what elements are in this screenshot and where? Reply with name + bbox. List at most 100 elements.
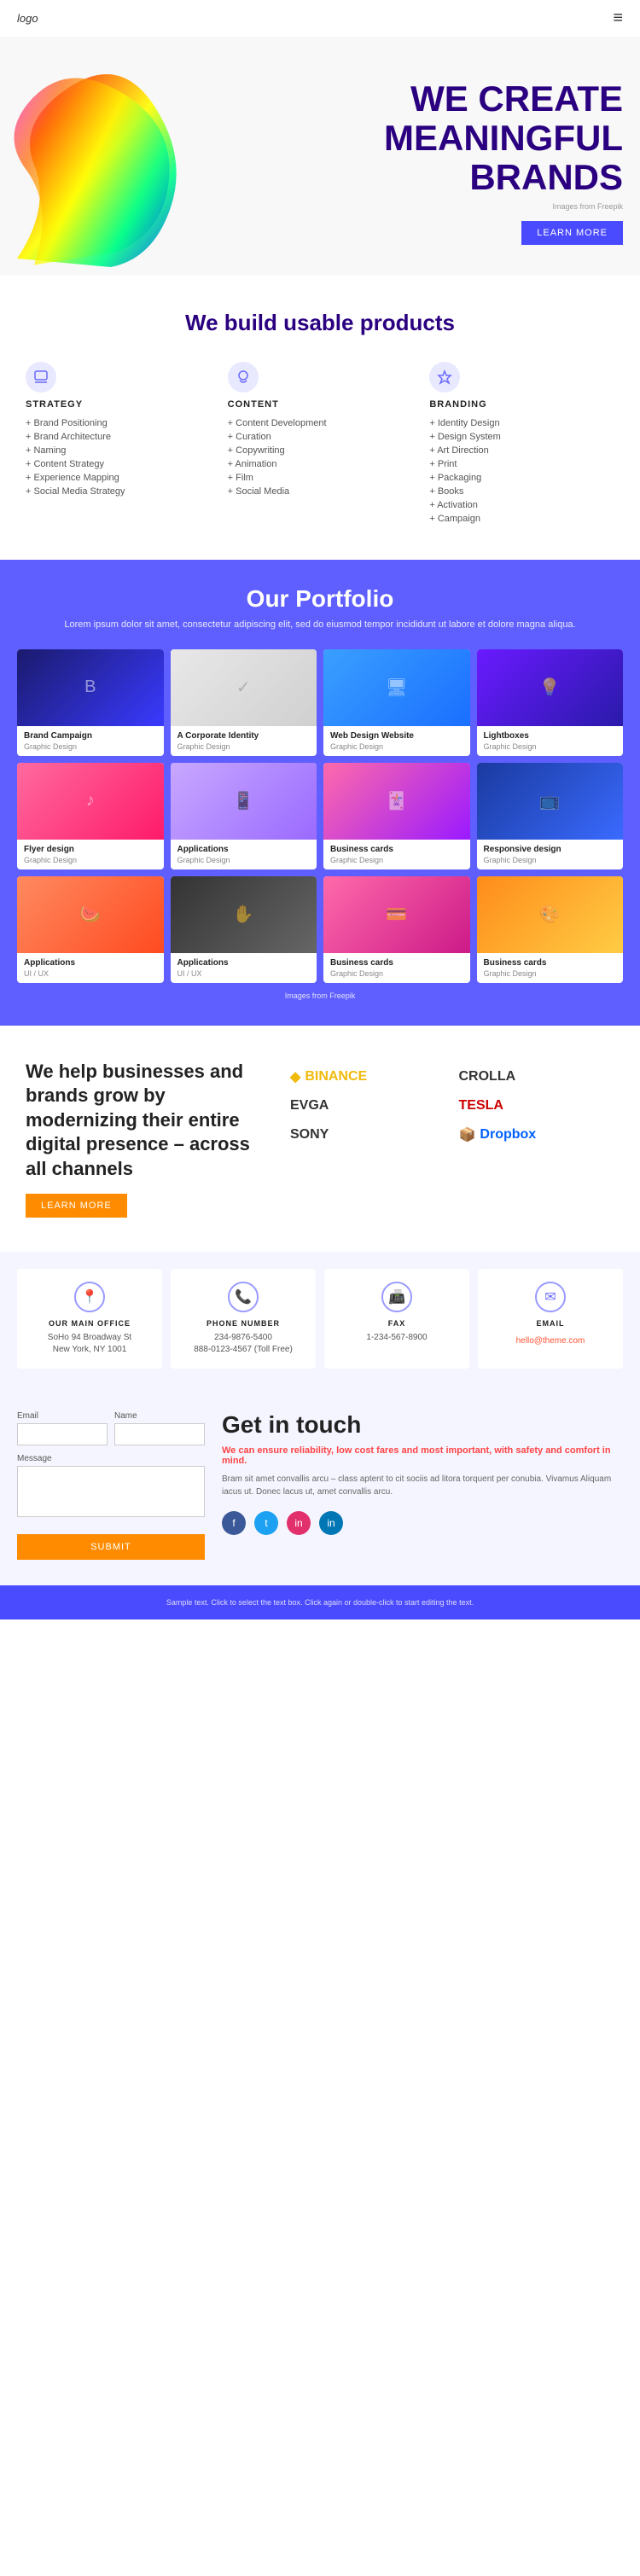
brands-text-block: We help businesses and brands grow by mo… xyxy=(26,1060,265,1218)
hero-image xyxy=(0,37,222,276)
touch-description: Bram sit amet convallis arcu – class apt… xyxy=(222,1473,623,1498)
dropbox-name: Dropbox xyxy=(480,1127,536,1143)
portfolio-description: Lorem ipsum dolor sit amet, consectetur … xyxy=(17,618,623,632)
contact-form: Email Name Message SUBMIT xyxy=(17,1411,205,1560)
portfolio-item-label: Web Design Website xyxy=(323,726,470,742)
portfolio-thumb: 📱 xyxy=(171,763,317,840)
phone-icon: 📞 xyxy=(228,1282,259,1312)
footer: Sample text. Click to select the text bo… xyxy=(0,1585,640,1619)
brands-learn-more-button[interactable]: LEARN MORE xyxy=(26,1194,127,1218)
portfolio-credit: Images from Freepik xyxy=(17,991,623,1000)
portfolio-item-app-ui2[interactable]: ✋ Applications UI / UX xyxy=(171,876,317,983)
portfolio-item-label: Applications xyxy=(17,953,164,969)
hero-credit: Images from Freepik xyxy=(384,202,623,211)
list-item: Social Media xyxy=(228,485,413,498)
email-field-label: Email xyxy=(17,1411,108,1421)
portfolio-item-sublabel: Graphic Design xyxy=(477,742,624,756)
portfolio-item-label: Lightboxes xyxy=(477,726,624,742)
message-textarea[interactable] xyxy=(17,1466,205,1517)
branding-col: BRANDING Identity Design Design System A… xyxy=(429,362,614,526)
portfolio-item-sublabel: Graphic Design xyxy=(17,742,164,756)
strategy-label: STRATEGY xyxy=(26,399,211,410)
brand-tesla: TESLA xyxy=(459,1098,615,1114)
portfolio-item-label: Business cards xyxy=(477,953,624,969)
message-field-label: Message xyxy=(17,1454,205,1463)
portfolio-item-business-cards-1[interactable]: 🃏 Business cards Graphic Design xyxy=(323,763,470,869)
list-item: Content Strategy xyxy=(26,457,211,471)
list-item: Brand Architecture xyxy=(26,430,211,444)
list-item: Identity Design xyxy=(429,416,614,430)
products-title: We build usable products xyxy=(26,310,614,336)
strategy-list: Brand Positioning Brand Architecture Nam… xyxy=(26,416,211,498)
portfolio-title: Our Portfolio xyxy=(17,585,623,613)
crolla-name: CROLLA xyxy=(459,1069,516,1084)
portfolio-item-sublabel: Graphic Design xyxy=(323,969,470,983)
portfolio-thumb: 🃏 xyxy=(323,763,470,840)
list-item: Naming xyxy=(26,444,211,457)
facebook-icon[interactable]: f xyxy=(222,1511,246,1535)
email-input[interactable] xyxy=(17,1423,108,1445)
hero-text-block: WE CREATE MEANINGFUL BRANDS Images from … xyxy=(384,79,623,245)
name-field-label: Name xyxy=(114,1411,205,1421)
portfolio-item-label: Applications xyxy=(171,840,317,856)
portfolio-item-web-design[interactable]: 🖥 Web Design Website Graphic Design xyxy=(323,649,470,756)
portfolio-thumb: B xyxy=(17,649,164,726)
portfolio-item-biz-cards3[interactable]: 🎨 Business cards Graphic Design xyxy=(477,876,624,983)
list-item: Copywriting xyxy=(228,444,413,457)
portfolio-item-sublabel: UI / UX xyxy=(17,969,164,983)
brand-evga: EVGA xyxy=(290,1098,446,1114)
portfolio-item-lightboxes[interactable]: 💡 Lightboxes Graphic Design xyxy=(477,649,624,756)
form-name-email-row: Email Name xyxy=(17,1411,205,1454)
portfolio-item-applications-1[interactable]: 📱 Applications Graphic Design xyxy=(171,763,317,869)
portfolio-item-flyer[interactable]: ♪ Flyer design Graphic Design xyxy=(17,763,164,869)
portfolio-item-responsive[interactable]: 📺 Responsive design Graphic Design xyxy=(477,763,624,869)
hero-title: WE CREATE MEANINGFUL BRANDS xyxy=(384,79,623,198)
submit-button[interactable]: SUBMIT xyxy=(17,1534,205,1560)
portfolio-thumb: 💳 xyxy=(323,876,470,953)
hero-learn-more-button[interactable]: LEARN MORE xyxy=(521,221,623,245)
linkedin-icon[interactable]: in xyxy=(319,1511,343,1535)
instagram-icon[interactable]: in xyxy=(287,1511,311,1535)
contact-email-box: ✉ EMAIL hello@theme.com xyxy=(478,1269,623,1369)
products-grid: STRATEGY Brand Positioning Brand Archite… xyxy=(26,362,614,526)
hero-section: WE CREATE MEANINGFUL BRANDS Images from … xyxy=(0,37,640,276)
portfolio-thumb: 🍉 xyxy=(17,876,164,953)
name-form-row: Name xyxy=(114,1411,205,1445)
office-icon: 📍 xyxy=(74,1282,105,1312)
hamburger-icon[interactable]: ≡ xyxy=(613,9,623,28)
list-item: Content Development xyxy=(228,416,413,430)
email-label: EMAIL xyxy=(491,1319,610,1328)
portfolio-item-app-ui1[interactable]: 🍉 Applications UI / UX xyxy=(17,876,164,983)
portfolio-item-corporate[interactable]: ✓ A Corporate Identity Graphic Design xyxy=(171,649,317,756)
portfolio-item-brand-campaign[interactable]: B Brand Campaign Graphic Design xyxy=(17,649,164,756)
contact-info-section: 📍 OUR MAIN OFFICE SoHo 94 Broadway St Ne… xyxy=(0,1252,640,1386)
contact-office-box: 📍 OUR MAIN OFFICE SoHo 94 Broadway St Ne… xyxy=(17,1269,162,1369)
strategy-col: STRATEGY Brand Positioning Brand Archite… xyxy=(26,362,211,526)
portfolio-thumb: ✋ xyxy=(171,876,317,953)
portfolio-item-label: Business cards xyxy=(323,840,470,856)
binance-icon: ◆ xyxy=(290,1068,300,1085)
phone-number: 234-9876-5400 888-0123-4567 (Toll Free) xyxy=(183,1332,303,1356)
branding-list: Identity Design Design System Art Direct… xyxy=(429,416,614,526)
brand-crolla: CROLLA xyxy=(459,1068,615,1085)
portfolio-thumb: 💡 xyxy=(477,649,624,726)
portfolio-item-label: Applications xyxy=(171,953,317,969)
portfolio-item-label: Flyer design xyxy=(17,840,164,856)
portfolio-item-sublabel: Graphic Design xyxy=(17,856,164,869)
portfolio-item-label: Responsive design xyxy=(477,840,624,856)
brand-dropbox: 📦 Dropbox xyxy=(459,1126,615,1143)
portfolio-item-sublabel: Graphic Design xyxy=(477,856,624,869)
sony-name: SONY xyxy=(290,1127,329,1143)
twitter-icon[interactable]: t xyxy=(254,1511,278,1535)
content-icon xyxy=(228,362,259,393)
list-item: Design System xyxy=(429,430,614,444)
office-label: OUR MAIN OFFICE xyxy=(30,1319,149,1328)
name-input[interactable] xyxy=(114,1423,205,1445)
list-item: Books xyxy=(429,485,614,498)
portfolio-item-sublabel: Graphic Design xyxy=(171,856,317,869)
email-address[interactable]: hello@theme.com xyxy=(516,1336,585,1346)
evga-name: EVGA xyxy=(290,1098,329,1114)
binance-name: BINANCE xyxy=(305,1069,367,1084)
portfolio-item-biz-cards2[interactable]: 💳 Business cards Graphic Design xyxy=(323,876,470,983)
list-item: Packaging xyxy=(429,471,614,485)
